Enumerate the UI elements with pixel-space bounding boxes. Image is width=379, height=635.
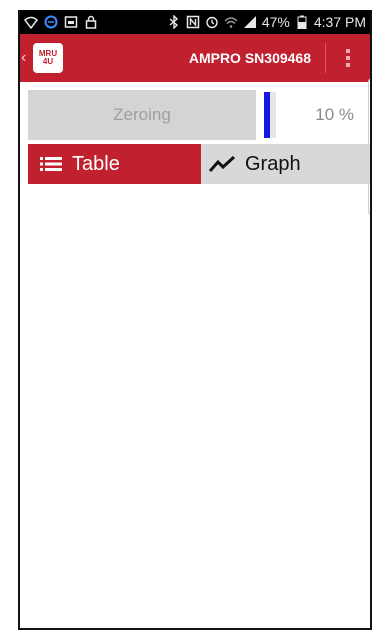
app-screen: 47% 4:37 PM ‹ MRU 4U AMPRO SN309468 Zero…	[18, 10, 372, 630]
app-bar: ‹ MRU 4U AMPRO SN309468	[20, 34, 370, 82]
lock-icon	[84, 15, 98, 29]
zeroing-button[interactable]: Zeroing	[28, 90, 256, 140]
line-chart-icon	[209, 155, 235, 173]
wifi-icon	[224, 15, 238, 29]
progress-percent: 10 %	[315, 105, 354, 124]
sync-icon	[44, 15, 58, 29]
tab-graph-label: Graph	[245, 152, 301, 175]
status-bar: 47% 4:37 PM	[20, 10, 370, 34]
battery-percent: 47%	[261, 14, 290, 30]
list-icon	[40, 155, 62, 173]
overflow-menu-button[interactable]	[326, 34, 370, 82]
status-left-icons	[24, 15, 98, 29]
tab-table[interactable]: Table	[28, 144, 201, 184]
status-time: 4:37 PM	[313, 14, 366, 30]
signal-icon	[243, 15, 257, 29]
progress-row: Zeroing 10 %	[28, 90, 368, 140]
back-chevron-icon[interactable]: ‹	[21, 49, 31, 67]
gallery-icon	[64, 15, 78, 29]
tab-graph[interactable]: Graph	[201, 144, 370, 184]
progress-bar	[264, 92, 276, 138]
status-right-icons: 47% 4:37 PM	[167, 14, 366, 30]
tab-table-label: Table	[72, 152, 120, 175]
app-title: AMPRO SN309468	[188, 50, 311, 66]
app-logo[interactable]: MRU 4U	[33, 43, 63, 73]
alarm-icon	[205, 15, 219, 29]
more-vert-icon	[346, 49, 350, 67]
bluetooth-icon	[167, 15, 181, 29]
wifi-calling-icon	[24, 15, 38, 29]
battery-icon	[295, 15, 309, 29]
logo-text-bottom: 4U	[42, 57, 54, 66]
progress-fill	[264, 92, 270, 138]
view-tabs: Table Graph	[28, 144, 370, 184]
nfc-icon	[186, 15, 200, 29]
